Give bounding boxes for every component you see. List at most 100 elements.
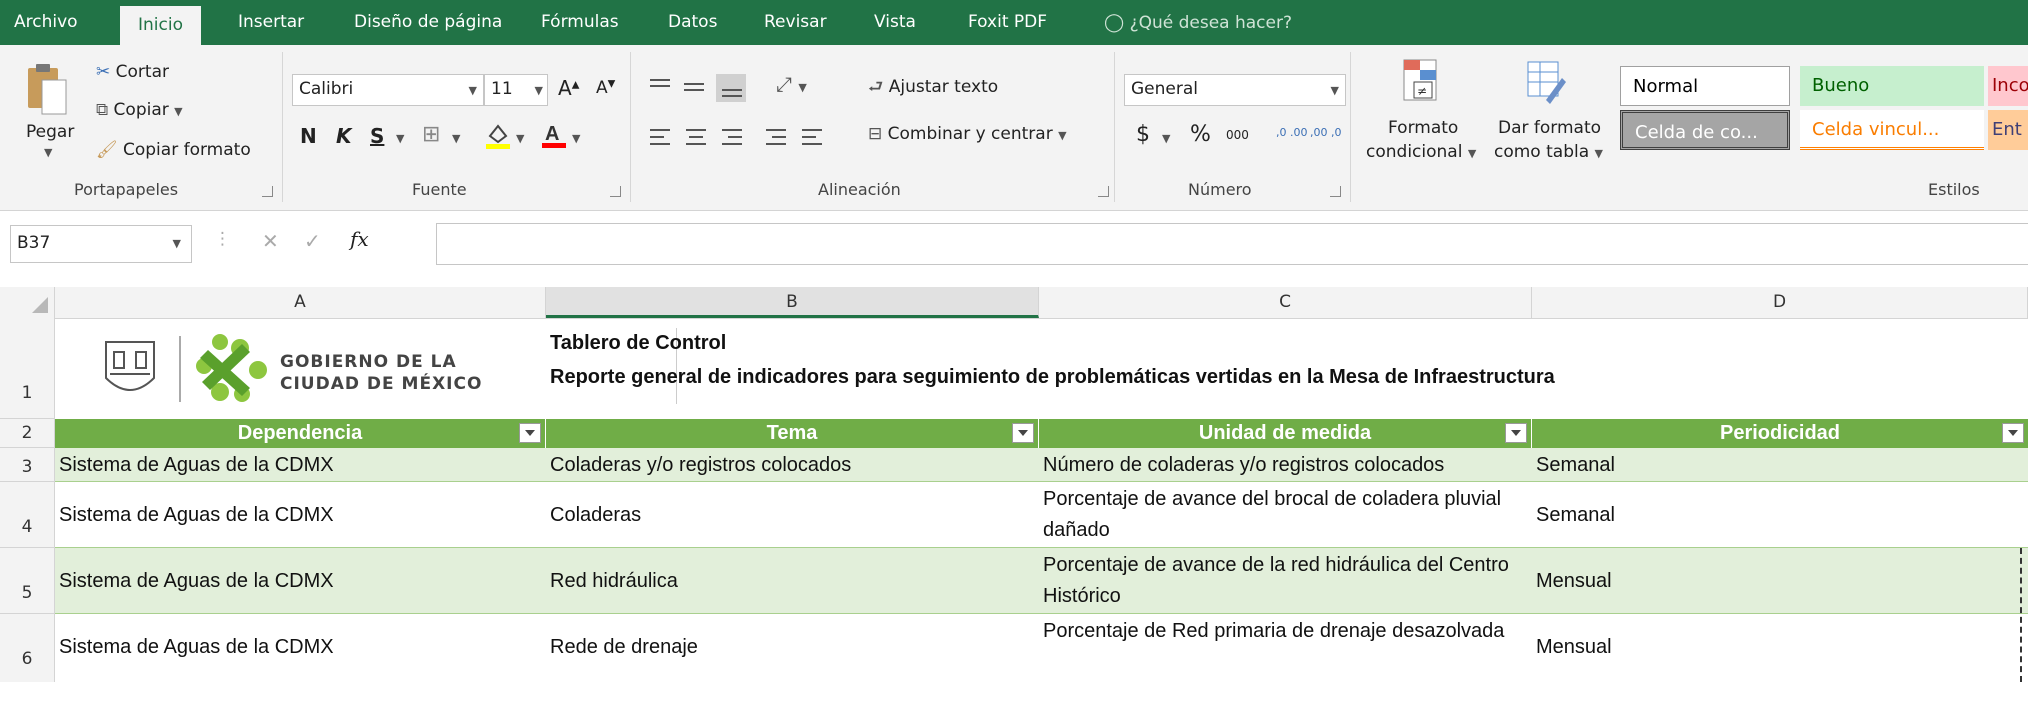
vertical-align-buttons[interactable] bbox=[646, 72, 756, 104]
filter-dropdown-icon[interactable] bbox=[519, 423, 541, 443]
cut-button[interactable]: ✂ Cortar bbox=[96, 62, 169, 82]
table-cell[interactable]: Mensual bbox=[1532, 614, 2028, 680]
font-color-icon[interactable]: A bbox=[540, 120, 568, 150]
table-cell[interactable]: Coladeras y/o registros colocados bbox=[546, 448, 1039, 482]
row-header-5[interactable]: 5 bbox=[0, 548, 55, 614]
underline-button[interactable]: S bbox=[370, 124, 384, 148]
style-bad[interactable]: Inco bbox=[1988, 66, 2028, 106]
column-header-b[interactable]: B bbox=[546, 287, 1039, 318]
font-color-dropdown-icon[interactable]: ▼ bbox=[572, 132, 580, 145]
tab-formulas[interactable]: Fórmulas bbox=[541, 0, 619, 45]
currency-button[interactable]: $ bbox=[1136, 122, 1150, 147]
percent-button[interactable]: % bbox=[1190, 122, 1211, 147]
table-cell[interactable]: Sistema de Aguas de la CDMX bbox=[55, 448, 546, 482]
insert-function-icon[interactable]: fx bbox=[350, 227, 369, 251]
group-label-alignment: Alineación bbox=[818, 180, 901, 199]
filter-dropdown-icon[interactable] bbox=[1505, 423, 1527, 443]
table-cell[interactable]: Sistema de Aguas de la CDMX bbox=[55, 482, 546, 548]
select-all-button[interactable] bbox=[0, 287, 55, 318]
column-header-a[interactable]: A bbox=[55, 287, 546, 318]
table-cell[interactable]: Coladeras bbox=[546, 482, 1039, 548]
format-as-table-icon[interactable] bbox=[1524, 56, 1566, 108]
borders-icon[interactable]: ⊞ bbox=[422, 122, 440, 147]
filter-dropdown-icon[interactable] bbox=[2002, 423, 2024, 443]
table-cell[interactable]: Rede de drenaje bbox=[546, 614, 1039, 680]
report-subtitle: Reporte general de indicadores para segu… bbox=[550, 366, 1555, 388]
font-name-select[interactable]: Calibri ▼ bbox=[292, 74, 484, 106]
enter-icon[interactable]: ✓ bbox=[304, 229, 321, 253]
italic-button[interactable]: K bbox=[336, 124, 352, 148]
format-painter-button[interactable]: 🖌 Copiar formato bbox=[96, 140, 251, 160]
alignment-launcher-icon[interactable] bbox=[1098, 186, 1109, 197]
row-header-3[interactable]: 3 bbox=[0, 448, 55, 482]
style-good[interactable]: Bueno bbox=[1800, 66, 1984, 106]
tab-archivo[interactable]: Archivo bbox=[14, 0, 78, 45]
tab-foxit-pdf[interactable]: Foxit PDF bbox=[968, 0, 1047, 45]
font-size-select[interactable]: 11 ▼ bbox=[484, 74, 548, 106]
merge-icon: ⊟ bbox=[868, 124, 883, 144]
decrease-font-icon[interactable]: A▼ bbox=[596, 78, 615, 98]
wrap-text-icon: ⮐ bbox=[868, 77, 884, 97]
tab-inicio[interactable]: Inicio bbox=[120, 6, 201, 45]
style-check-cell[interactable]: Celda de co... bbox=[1620, 110, 1790, 150]
tab-vista[interactable]: Vista bbox=[874, 0, 916, 45]
conditional-format-label-1: Formato bbox=[1388, 118, 1459, 138]
row-header-4[interactable]: 4 bbox=[0, 482, 55, 548]
table-cell[interactable]: Semanal bbox=[1532, 448, 2028, 482]
style-input[interactable]: Ent bbox=[1988, 110, 2028, 150]
number-format-select[interactable]: General ▼ bbox=[1124, 74, 1346, 106]
clipboard-launcher-icon[interactable] bbox=[262, 186, 273, 197]
decrease-decimal-icon[interactable]: ,00 ,0 bbox=[1310, 126, 1342, 139]
style-normal[interactable]: Normal bbox=[1620, 66, 1790, 106]
table-cell[interactable]: Sistema de Aguas de la CDMX bbox=[55, 548, 546, 614]
orientation-icon[interactable]: ⤢ ▼ bbox=[776, 72, 807, 96]
currency-dropdown-icon[interactable]: ▼ bbox=[1162, 132, 1170, 145]
name-box[interactable]: B37 ▼ bbox=[10, 225, 192, 263]
bold-button[interactable]: N bbox=[300, 124, 317, 148]
horizontal-align-buttons[interactable] bbox=[646, 122, 846, 152]
table-cell[interactable]: Número de coladeras y/o registros coloca… bbox=[1039, 448, 1532, 482]
group-label-styles: Estilos bbox=[1928, 180, 1980, 199]
merge-center-button[interactable]: ⊟ Combinar y centrar ▼ bbox=[868, 124, 1067, 144]
tab-datos[interactable]: Datos bbox=[668, 0, 717, 45]
borders-dropdown-icon[interactable]: ▼ bbox=[452, 132, 460, 145]
table-cell[interactable]: Porcentaje de Red primaria de drenaje de… bbox=[1039, 616, 1532, 680]
table-cell[interactable]: Mensual bbox=[1532, 548, 2028, 614]
paste-button[interactable] bbox=[22, 60, 70, 120]
more-options-icon: ⋮ bbox=[214, 229, 231, 249]
fill-color-icon[interactable] bbox=[484, 122, 512, 150]
table-cell[interactable]: Semanal bbox=[1532, 482, 2028, 548]
wrap-text-button[interactable]: ⮐ Ajustar texto bbox=[868, 74, 998, 103]
scissors-icon: ✂ bbox=[96, 62, 111, 82]
font-launcher-icon[interactable] bbox=[610, 186, 621, 197]
row-header-1[interactable]: 1 bbox=[0, 318, 55, 419]
increase-font-icon[interactable]: A▲ bbox=[558, 76, 579, 100]
tab-revisar[interactable]: Revisar bbox=[764, 0, 827, 45]
tab-diseno-pagina[interactable]: Diseño de página bbox=[354, 0, 502, 45]
column-header-c[interactable]: C bbox=[1039, 287, 1532, 318]
increase-decimal-icon[interactable]: ,0 .00 bbox=[1276, 126, 1308, 139]
copy-button[interactable]: ⧉ Copiar ▼ bbox=[96, 100, 183, 120]
table-cell[interactable]: Sistema de Aguas de la CDMX bbox=[55, 614, 546, 680]
fill-dropdown-icon[interactable]: ▼ bbox=[516, 132, 524, 145]
table-cell[interactable]: Porcentaje de avance de la red hidráulic… bbox=[1039, 550, 1532, 614]
underline-dropdown-icon[interactable]: ▼ bbox=[396, 132, 404, 145]
conditional-format-button[interactable]: condicional ▼ bbox=[1366, 142, 1476, 162]
tell-me-box[interactable]: ◯ ¿Qué desea hacer? bbox=[1104, 0, 1292, 45]
formula-input[interactable] bbox=[436, 223, 2028, 265]
tab-insertar[interactable]: Insertar bbox=[238, 0, 304, 45]
column-header-d[interactable]: D bbox=[1532, 287, 2028, 318]
style-linked-cell[interactable]: Celda vincul... bbox=[1800, 110, 1984, 150]
format-as-table-button[interactable]: como tabla ▼ bbox=[1494, 142, 1603, 162]
table-cell[interactable]: Red hidráulica bbox=[546, 548, 1039, 614]
thousands-button[interactable]: 000 bbox=[1226, 128, 1249, 142]
number-launcher-icon[interactable] bbox=[1330, 186, 1341, 197]
filter-dropdown-icon[interactable] bbox=[1012, 423, 1034, 443]
row-header-2[interactable]: 2 bbox=[0, 419, 55, 448]
table-cell[interactable]: Porcentaje de avance del brocal de colad… bbox=[1039, 484, 1532, 548]
cancel-icon[interactable]: ✕ bbox=[262, 229, 279, 253]
paste-dropdown-icon[interactable]: ▼ bbox=[44, 146, 52, 159]
row-header-6[interactable]: 6 bbox=[0, 614, 55, 682]
conditional-format-icon[interactable]: ≠ bbox=[1400, 56, 1442, 108]
formula-bar: B37 ▼ ⋮ ✕ ✓ fx bbox=[0, 211, 2028, 275]
